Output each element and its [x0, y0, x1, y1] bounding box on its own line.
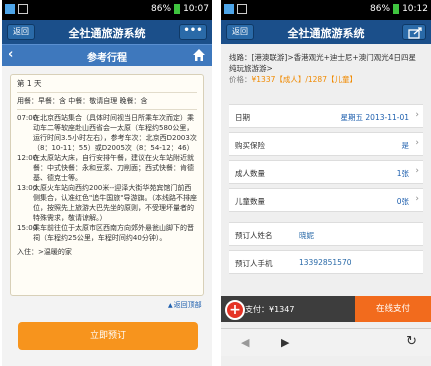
schedule-text: 乘车前往位于太原市区西南方向郊外悬瓮山脚下的晋祠（车程约25公里，车程时间约40… — [33, 224, 194, 242]
schedule-time: 12:00 — [17, 154, 38, 162]
chevron-right-icon: › — [415, 166, 419, 176]
nav-back-icon[interactable]: ◀ — [241, 336, 249, 349]
more-menu-button[interactable]: ••• — [179, 24, 207, 40]
schedule-item: 15:00 乘车前往位于太原市区西南方向郊外悬瓮山脚下的晋祠（车程约25公里，车… — [17, 223, 197, 243]
date-value: 星期五 2013-11-01 — [340, 113, 409, 122]
app-notification-icon — [5, 4, 15, 14]
insurance-row[interactable]: 购买保险 是 › — [229, 132, 423, 156]
app-title: 全社通旅游系统 — [287, 27, 365, 40]
route-label: 线路： — [229, 53, 252, 62]
route-name: [港澳联游]>香港观光+迪士尼+澳门观光4日四星纯玩旅游游> — [229, 53, 416, 73]
back-to-top-label: 返回顶部 — [173, 301, 202, 309]
adult-count-value: 1张 — [396, 169, 409, 178]
schedule-time: 15:00 — [17, 224, 38, 232]
schedule-text: 太原火车站向西约200米--迎泽大街华苑宾馆门前西侧集合，认准红色"追牛国旅"导… — [33, 184, 197, 222]
phone-screen-itinerary: 86% 10:07 返回 全社通旅游系统 ••• ‹ 参考行程 第 1 天 用餐… — [2, 0, 212, 366]
chevron-right-icon: › — [415, 194, 419, 204]
price-label: 价格： — [229, 75, 252, 84]
schedule-time: 07:00 — [17, 114, 38, 122]
sub-header: ‹ 参考行程 — [2, 44, 212, 66]
share-icon — [408, 27, 422, 39]
clock: 10:12 — [402, 4, 428, 14]
row-label: 日期 — [235, 113, 250, 122]
online-pay-button[interactable]: 在线支付 — [355, 296, 431, 322]
row-label: 购买保险 — [235, 141, 265, 150]
payment-bar: 支付：¥1347 在线支付 — [221, 296, 431, 322]
phone-screen-booking: 86% 10:12 返回 全社通旅游系统 线路：[港澳联游]>香港观光+迪士尼+… — [221, 0, 431, 366]
date-row[interactable]: 日期 星期五 2013-11-01 › — [229, 104, 423, 128]
price-child: 1287【儿童】 — [307, 75, 357, 84]
schedule-time: 13:00 — [17, 184, 38, 192]
home-icon[interactable] — [192, 48, 206, 62]
schedule-text: 在北京西站集合（具体时间视当日所乘车次而定）乘动车二等软座赴山西省会一太原（车程… — [33, 114, 197, 152]
battery-icon — [393, 4, 400, 14]
schedule-item: 12:00 在太原站大床，自行安排午餐，建议在火车站附近就餐：中式快餐：永和豆浆… — [17, 153, 197, 183]
plus-icon[interactable]: + — [225, 300, 245, 320]
schedule-item: 07:00 在北京西站集合（具体时间视当日所乘车次而定）乘动车二等软座赴山西省会… — [17, 113, 197, 153]
app-header: 返回 全社通旅游系统 ••• — [2, 20, 212, 44]
day-title: 第 1 天 — [17, 79, 197, 93]
share-button[interactable] — [402, 24, 426, 40]
price-adult: ¥1337【成人】 — [251, 75, 306, 84]
back-to-top-link[interactable]: ▲返回顶部 — [168, 300, 202, 310]
price-info: 价格：¥1337【成人】/1287【儿童】 — [229, 74, 423, 85]
child-count-value: 0张 — [396, 197, 409, 206]
row-label: 预订人手机 — [235, 259, 273, 268]
payment-total: 支付：¥1347 — [245, 305, 295, 314]
battery-percent: 86% — [370, 4, 391, 14]
booker-phone-row[interactable]: 预订人手机 13392851570 — [229, 250, 423, 274]
schedule-item: 13:00 太原火车站向西约200米--迎泽大街华苑宾馆门前西侧集合，认准红色"… — [17, 183, 197, 223]
booker-name-row[interactable]: 预订人姓名 晓妮 — [229, 222, 423, 246]
chevron-right-icon: › — [415, 138, 419, 148]
adult-count-row[interactable]: 成人数量 1张 › — [229, 160, 423, 184]
child-count-row[interactable]: 儿童数量 0张 › — [229, 188, 423, 212]
battery-icon — [174, 4, 181, 14]
meals-info: 用餐：早餐：含 中餐：敬请自理 晚餐：含 — [17, 96, 197, 110]
booker-name-field[interactable]: 晓妮 — [299, 230, 314, 241]
itinerary-card: 第 1 天 用餐：早餐：含 中餐：敬请自理 晚餐：含 07:00 在北京西站集合… — [10, 74, 204, 296]
clock: 10:07 — [183, 4, 209, 14]
status-bar: 86% 10:07 — [2, 0, 212, 20]
app-header: 返回 全社通旅游系统 — [221, 20, 431, 44]
route-info: 线路：[港澳联游]>香港观光+迪士尼+澳门观光4日四星纯玩旅游游> 价格：¥13… — [229, 52, 423, 100]
schedule-text: 在太原站大床，自行安排午餐，建议在火车站附近就餐：中式快餐：永和豆浆、刀削面；西… — [33, 154, 194, 182]
booker-phone-field[interactable]: 13392851570 — [299, 258, 352, 267]
battery-percent: 86% — [151, 4, 172, 14]
book-now-button[interactable]: 立即预订 — [18, 322, 198, 350]
page-title: 参考行程 — [87, 53, 127, 64]
image-notification-icon — [237, 4, 247, 14]
row-label: 儿童数量 — [235, 197, 265, 206]
accommodation-info: 入住：>温暖的家 — [17, 248, 72, 256]
insurance-value: 是 — [401, 141, 410, 150]
browser-nav-bar: ◀ ▶ ↻ — [221, 328, 431, 356]
row-label: 成人数量 — [235, 169, 265, 178]
chevron-right-icon: › — [415, 110, 419, 120]
triangle-up-icon: ▲ — [168, 302, 173, 309]
image-notification-icon — [18, 4, 28, 14]
refresh-icon[interactable]: ↻ — [406, 334, 417, 349]
nav-forward-icon[interactable]: ▶ — [281, 336, 289, 349]
status-bar: 86% 10:12 — [221, 0, 431, 20]
row-label: 预订人姓名 — [235, 231, 273, 240]
app-notification-icon — [224, 4, 234, 14]
